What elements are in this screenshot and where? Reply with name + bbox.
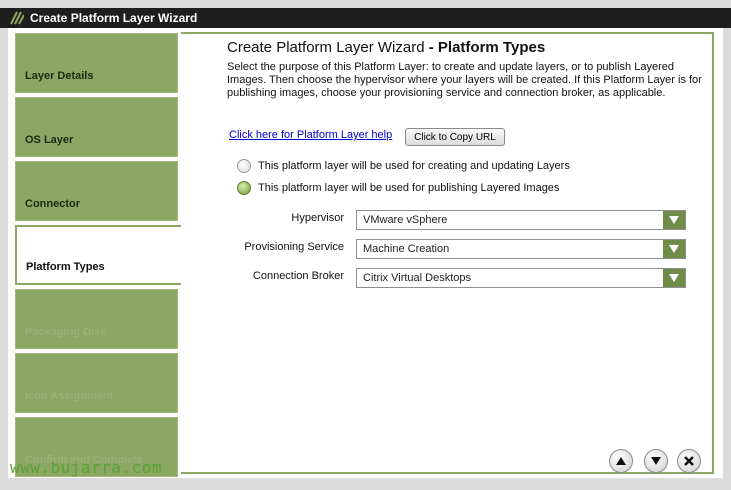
nav-item-icon-assignment: Icon Assignment <box>15 353 178 413</box>
nav-item-label: Layer Details <box>25 70 94 82</box>
close-icon <box>684 456 694 466</box>
dropdown-arrow-icon[interactable] <box>663 211 685 229</box>
watermark: www.bujarra.com <box>10 458 162 477</box>
previous-step-button[interactable] <box>609 449 633 473</box>
hypervisor-value: VMware vSphere <box>363 214 448 226</box>
hypervisor-select[interactable]: VMware vSphere <box>356 210 686 230</box>
nav-item-label: Connector <box>25 198 80 210</box>
nav-item-label: Platform Types <box>26 261 105 273</box>
arrow-down-icon <box>651 457 661 465</box>
radio-option-publish[interactable]: This platform layer will be used for pub… <box>237 181 559 195</box>
nav-item-os-layer[interactable]: OS Layer <box>15 97 178 157</box>
wizard-window: Layer Details OS Layer Connector Platfor… <box>8 28 723 478</box>
app-logo-icon <box>10 11 24 25</box>
provisioning-service-label: Provisioning Service <box>244 241 344 253</box>
content-panel: Create Platform Layer Wizard - Platform … <box>181 32 714 474</box>
page-title: Create Platform Layer Wizard - Platform … <box>227 39 545 56</box>
window-title: Create Platform Layer Wizard <box>30 11 198 25</box>
page-title-suffix: - Platform Types <box>428 39 546 56</box>
connection-broker-value: Citrix Virtual Desktops <box>363 272 471 284</box>
radio-button[interactable] <box>237 181 251 195</box>
nav-item-label: Icon Assignment <box>25 390 114 402</box>
radio-button[interactable] <box>237 159 251 173</box>
nav-item-connector[interactable]: Connector <box>15 161 178 221</box>
copy-url-button[interactable]: Click to Copy URL <box>405 128 505 146</box>
nav-item-platform-types[interactable]: Platform Types <box>15 225 185 285</box>
close-wizard-button[interactable] <box>677 449 701 473</box>
radio-label: This platform layer will be used for cre… <box>258 160 570 172</box>
window-titlebar: Create Platform Layer Wizard <box>0 8 731 28</box>
radio-option-create-update[interactable]: This platform layer will be used for cre… <box>237 159 570 173</box>
dropdown-arrow-icon[interactable] <box>663 240 685 258</box>
hypervisor-label: Hypervisor <box>291 212 344 224</box>
platform-layer-help-link[interactable]: Click here for Platform Layer help <box>229 129 392 141</box>
provisioning-service-select[interactable]: Machine Creation <box>356 239 686 259</box>
next-step-button[interactable] <box>644 449 668 473</box>
nav-item-layer-details[interactable]: Layer Details <box>15 33 178 93</box>
connection-broker-select[interactable]: Citrix Virtual Desktops <box>356 268 686 288</box>
nav-item-label: OS Layer <box>25 134 74 146</box>
page-description: Select the purpose of this Platform Laye… <box>227 61 702 99</box>
arrow-up-icon <box>616 457 626 465</box>
connection-broker-label: Connection Broker <box>252 270 344 282</box>
provisioning-service-value: Machine Creation <box>363 243 450 255</box>
nav-item-label: Packaging Disk <box>25 326 107 338</box>
page-title-prefix: Create Platform Layer Wizard <box>227 39 425 56</box>
nav-item-packaging-disk: Packaging Disk <box>15 289 178 349</box>
dropdown-arrow-icon[interactable] <box>663 269 685 287</box>
radio-label: This platform layer will be used for pub… <box>258 182 560 194</box>
